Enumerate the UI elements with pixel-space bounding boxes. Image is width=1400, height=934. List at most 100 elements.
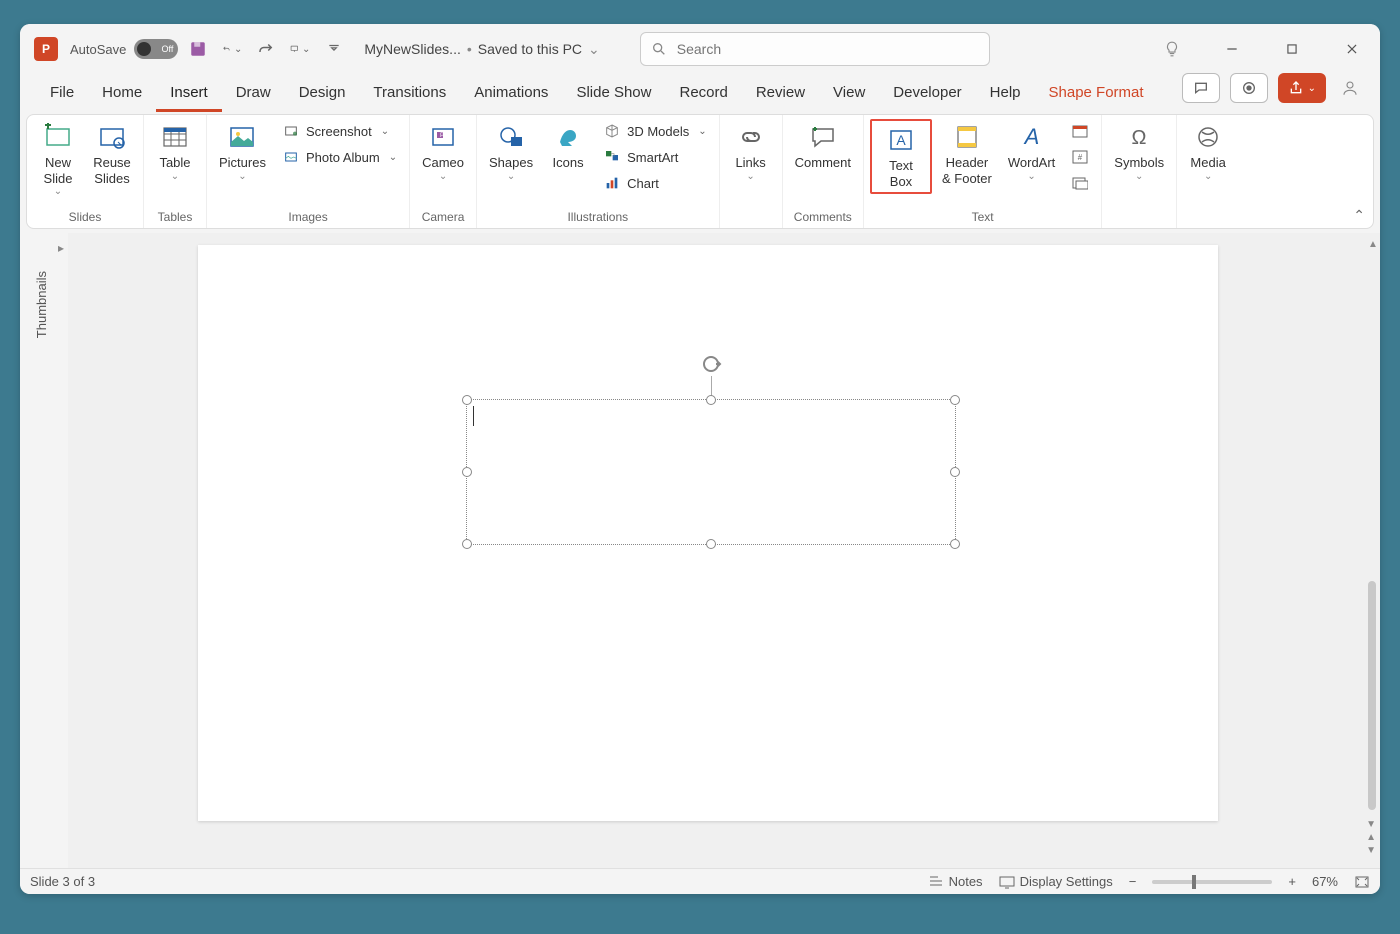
tab-developer[interactable]: Developer bbox=[879, 76, 975, 112]
present-from-beginning-icon[interactable] bbox=[290, 39, 310, 59]
header-footer-button[interactable]: Header & Footer bbox=[936, 119, 998, 188]
handle-bot-mid[interactable] bbox=[706, 539, 716, 549]
icons-button[interactable]: Icons bbox=[543, 119, 593, 173]
date-time-button[interactable] bbox=[1065, 119, 1095, 143]
save-icon[interactable] bbox=[188, 39, 208, 59]
3d-models-button[interactable]: 3D Models bbox=[597, 119, 713, 143]
zoom-in-button[interactable]: + bbox=[1288, 874, 1296, 889]
shapes-icon bbox=[495, 121, 527, 153]
notes-button[interactable]: Notes bbox=[928, 874, 983, 889]
tab-help[interactable]: Help bbox=[976, 76, 1035, 112]
links-button[interactable]: Links⌄ bbox=[726, 119, 776, 185]
media-icon bbox=[1192, 121, 1224, 153]
close-icon[interactable] bbox=[1332, 29, 1372, 69]
thumbnails-expand-icon[interactable]: ▸ bbox=[58, 241, 64, 255]
object-button[interactable] bbox=[1065, 171, 1095, 195]
cameo-icon: P bbox=[427, 121, 459, 153]
text-box-button[interactable]: A Text Box bbox=[876, 122, 926, 191]
fit-icon bbox=[1354, 875, 1370, 889]
photo-album-label: Photo Album bbox=[306, 150, 380, 165]
photo-album-button[interactable]: Photo Album bbox=[276, 145, 403, 169]
minimize-icon[interactable] bbox=[1212, 29, 1252, 69]
tab-record[interactable]: Record bbox=[665, 76, 741, 112]
smartart-button[interactable]: SmartArt bbox=[597, 145, 713, 169]
rotate-handle-icon[interactable] bbox=[699, 352, 723, 376]
thumbnails-panel[interactable]: ▸ Thumbnails bbox=[20, 233, 68, 868]
autosave-toggle[interactable]: AutoSave Off bbox=[70, 39, 178, 59]
qat-more-icon[interactable] bbox=[324, 39, 344, 59]
record-button[interactable] bbox=[1230, 73, 1268, 103]
canvas-area[interactable]: ▲ ▼ ▲ ▼ bbox=[68, 233, 1380, 868]
pictures-button[interactable]: Pictures⌄ bbox=[213, 119, 272, 185]
redo-icon[interactable] bbox=[256, 39, 276, 59]
zoom-slider-thumb[interactable] bbox=[1192, 875, 1196, 889]
handle-bot-left[interactable] bbox=[462, 539, 472, 549]
textbox-selection[interactable] bbox=[466, 399, 956, 545]
share-button[interactable]: ⌄ bbox=[1278, 73, 1326, 103]
new-slide-button[interactable]: New Slide⌄ bbox=[33, 119, 83, 200]
tab-shape-format[interactable]: Shape Format bbox=[1035, 76, 1158, 112]
slide-info[interactable]: Slide 3 of 3 bbox=[30, 874, 95, 889]
zoom-level[interactable]: 67% bbox=[1312, 874, 1338, 889]
handle-top-left[interactable] bbox=[462, 395, 472, 405]
scroll-down-icon[interactable]: ▼ bbox=[1366, 819, 1376, 830]
shapes-button[interactable]: Shapes⌄ bbox=[483, 119, 539, 185]
collapse-ribbon-icon[interactable]: ⌃ bbox=[1353, 207, 1365, 224]
toggle-off[interactable]: Off bbox=[134, 39, 178, 59]
tab-file[interactable]: File bbox=[36, 76, 88, 112]
scroll-up-icon[interactable]: ▲ bbox=[1368, 239, 1378, 250]
tab-draw[interactable]: Draw bbox=[222, 76, 285, 112]
search-box[interactable] bbox=[640, 32, 990, 66]
fit-to-window-button[interactable] bbox=[1354, 875, 1370, 889]
table-button[interactable]: Table⌄ bbox=[150, 119, 200, 185]
tab-review[interactable]: Review bbox=[742, 76, 819, 112]
tab-view[interactable]: View bbox=[819, 76, 879, 112]
media-label: Media bbox=[1190, 155, 1225, 171]
reuse-slides-button[interactable]: Reuse Slides bbox=[87, 119, 137, 188]
tab-design[interactable]: Design bbox=[285, 76, 360, 112]
screenshot-button[interactable]: Screenshot bbox=[276, 119, 403, 143]
prev-slide-icon[interactable]: ▲ bbox=[1366, 832, 1376, 843]
comments-button[interactable] bbox=[1182, 73, 1220, 103]
cameo-button[interactable]: P Cameo⌄ bbox=[416, 119, 470, 185]
lightbulb-icon[interactable] bbox=[1152, 29, 1192, 69]
comment-button[interactable]: Comment bbox=[789, 119, 857, 173]
tab-animations[interactable]: Animations bbox=[460, 76, 562, 112]
symbols-label: Symbols bbox=[1114, 155, 1164, 171]
slide-canvas[interactable] bbox=[198, 245, 1218, 821]
maximize-icon[interactable] bbox=[1272, 29, 1312, 69]
chart-icon bbox=[603, 174, 621, 192]
undo-icon[interactable] bbox=[222, 39, 242, 59]
tab-slideshow[interactable]: Slide Show bbox=[562, 76, 665, 112]
vertical-scrollbar[interactable]: ▲ bbox=[1366, 241, 1378, 810]
tab-insert[interactable]: Insert bbox=[156, 76, 222, 112]
chart-button[interactable]: Chart bbox=[597, 171, 713, 195]
shapes-label: Shapes bbox=[489, 155, 533, 171]
filename-area[interactable]: MyNewSlides... • Saved to this PC ⌄ bbox=[364, 41, 599, 58]
handle-mid-right[interactable] bbox=[950, 467, 960, 477]
slide-number-button[interactable]: # bbox=[1065, 145, 1095, 169]
next-slide-icon[interactable]: ▼ bbox=[1366, 845, 1376, 856]
display-settings-button[interactable]: Display Settings bbox=[999, 874, 1113, 889]
text-box-icon: A bbox=[885, 124, 917, 156]
3d-models-icon bbox=[603, 122, 621, 140]
scrollbar-thumb[interactable] bbox=[1368, 581, 1376, 810]
screenshot-icon bbox=[282, 122, 300, 140]
new-slide-icon bbox=[42, 121, 74, 153]
tab-transitions[interactable]: Transitions bbox=[359, 76, 460, 112]
handle-mid-left[interactable] bbox=[462, 467, 472, 477]
handle-bot-right[interactable] bbox=[950, 539, 960, 549]
wordart-button[interactable]: A WordArt⌄ bbox=[1002, 119, 1061, 185]
user-icon[interactable] bbox=[1336, 68, 1364, 108]
group-links-label bbox=[726, 208, 776, 226]
handle-top-mid[interactable] bbox=[706, 395, 716, 405]
3d-models-label: 3D Models bbox=[627, 124, 689, 139]
zoom-out-button[interactable]: − bbox=[1129, 874, 1137, 889]
zoom-slider[interactable] bbox=[1152, 880, 1272, 884]
tab-home[interactable]: Home bbox=[88, 76, 156, 112]
media-button[interactable]: Media⌄ bbox=[1183, 119, 1233, 185]
chevron-down-icon[interactable]: ⌄ bbox=[588, 41, 600, 58]
search-input[interactable] bbox=[677, 41, 979, 57]
symbols-button[interactable]: Ω Symbols⌄ bbox=[1108, 119, 1170, 185]
handle-top-right[interactable] bbox=[950, 395, 960, 405]
